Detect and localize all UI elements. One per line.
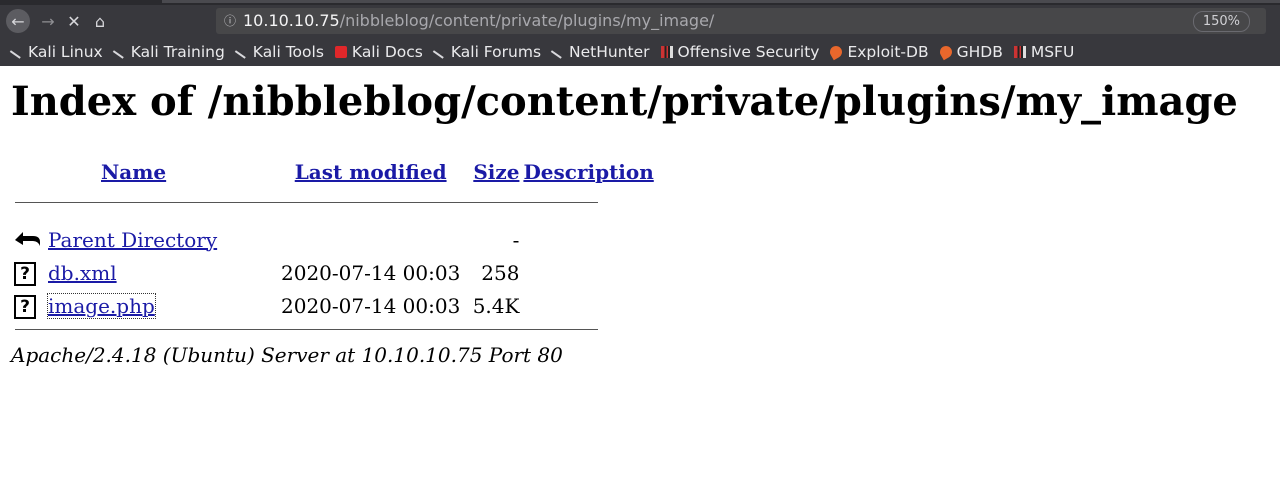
back-folder-icon — [14, 227, 41, 247]
url-path: /nibbleblog/content/private/plugins/my_i… — [339, 11, 715, 30]
bookmark-label: Kali Tools — [252, 43, 324, 61]
address-bar[interactable]: ⓘ 10.10.10.75/nibbleblog/content/private… — [216, 8, 1266, 34]
offsec-icon — [660, 46, 673, 58]
bookmark-label: Kali Docs — [351, 43, 423, 61]
table-row: ? image.php 2020-07-14 00:03 5.4K — [12, 289, 656, 322]
url-host: 10.10.10.75 — [243, 11, 340, 30]
bookmarks-toolbar: Kali Linux Kali Training Kali Tools Kali… — [0, 38, 1280, 66]
exploit-db-icon — [828, 43, 845, 61]
table-header-row: Name Last modified Size Description — [12, 154, 656, 190]
unknown-file-icon: ? — [14, 261, 36, 286]
browser-toolbar: ← → ✕ ⌂ ⓘ 10.10.10.75/nibbleblog/content… — [0, 0, 1280, 66]
bookmark-label: NetHunter — [569, 43, 650, 61]
bookmark-label: Offensive Security — [677, 43, 820, 61]
bookmark-kali-linux[interactable]: Kali Linux — [9, 40, 103, 61]
column-header-last-modified: Last modified — [279, 154, 462, 190]
kali-dragon-icon — [112, 40, 131, 59]
unknown-file-icon: ? — [14, 294, 36, 319]
sort-by-modified-link[interactable]: Last modified — [295, 160, 447, 184]
file-link-image-php[interactable]: image.php — [47, 292, 156, 319]
back-arrow-icon[interactable]: ← — [6, 9, 30, 33]
bookmark-msfu[interactable]: MSFU — [1013, 43, 1075, 61]
msfu-icon — [1013, 46, 1026, 58]
bookmark-label: Kali Linux — [28, 43, 103, 61]
bookmark-label: Kali Training — [130, 43, 225, 61]
description-cell — [521, 256, 655, 289]
bookmark-label: GHDB — [956, 43, 1003, 61]
bookmark-kali-forums[interactable]: Kali Forums — [432, 40, 542, 61]
column-header-size: Size — [462, 154, 521, 190]
name-cell: image.php — [46, 289, 279, 322]
tab-strip — [0, 0, 1280, 5]
page-content: Index of /nibbleblog/content/private/plu… — [0, 66, 1280, 481]
kali-dragon-icon — [9, 40, 28, 59]
bookmark-ghdb[interactable]: GHDB — [937, 43, 1003, 61]
parent-directory-cell: Parent Directory — [46, 223, 462, 256]
bookmark-offensive-security[interactable]: Offensive Security — [660, 43, 820, 61]
size-cell: 5.4K — [472, 293, 520, 318]
server-signature: Apache/2.4.18 (Ubuntu) Server at 10.10.1… — [11, 343, 563, 367]
column-header-name: Name — [46, 154, 279, 190]
kali-dragon-icon — [234, 40, 253, 59]
name-cell: db.xml — [46, 256, 279, 289]
sort-by-size-link[interactable]: Size — [473, 160, 519, 184]
kali-dragon-icon — [550, 40, 569, 59]
modified-cell: 2020-07-14 00:03 — [281, 293, 461, 318]
icon-cell: ? — [12, 289, 46, 322]
bookmark-label: Exploit-DB — [847, 43, 929, 61]
column-header-description: Description — [521, 154, 655, 190]
size-cell: - — [512, 227, 520, 252]
sort-by-description-link[interactable]: Description — [523, 160, 653, 184]
kali-docs-icon — [334, 46, 347, 58]
ghdb-icon — [937, 43, 954, 61]
icon-cell — [12, 223, 46, 256]
url-text[interactable]: 10.10.10.75/nibbleblog/content/private/p… — [243, 8, 714, 34]
table-row-parent: Parent Directory - — [12, 223, 656, 256]
zoom-level-badge[interactable]: 150% — [1192, 11, 1250, 32]
forward-arrow-icon[interactable]: → — [36, 9, 60, 33]
bookmark-nethunter[interactable]: NetHunter — [550, 40, 650, 61]
home-icon[interactable]: ⌂ — [88, 9, 112, 33]
description-cell — [521, 289, 655, 322]
file-link-db-xml[interactable]: db.xml — [48, 261, 117, 285]
stop-loading-icon[interactable]: ✕ — [62, 9, 86, 33]
size-cell: 258 — [481, 260, 520, 285]
description-cell — [521, 223, 655, 256]
bookmark-label: MSFU — [1030, 43, 1075, 61]
site-info-icon[interactable]: ⓘ — [224, 8, 236, 34]
table-row: ? db.xml 2020-07-14 00:03 258 — [12, 256, 656, 289]
sort-by-name-link[interactable]: Name — [101, 160, 166, 184]
bookmark-kali-docs[interactable]: Kali Docs — [334, 43, 423, 61]
page-title: Index of /nibbleblog/content/private/plu… — [11, 78, 1238, 125]
icon-cell: ? — [12, 256, 46, 289]
kali-dragon-icon — [432, 40, 451, 59]
bookmark-kali-tools[interactable]: Kali Tools — [234, 40, 324, 61]
icon-column-header — [12, 154, 46, 190]
parent-directory-link[interactable]: Parent Directory — [48, 228, 217, 252]
header-divider — [15, 202, 598, 203]
directory-listing-table: Name Last modified Size Description Pare… — [12, 154, 656, 322]
footer-divider — [15, 329, 598, 330]
bookmark-label: Kali Forums — [450, 43, 542, 61]
bookmark-exploit-db[interactable]: Exploit-DB — [828, 43, 929, 61]
bookmark-kali-training[interactable]: Kali Training — [112, 40, 225, 61]
modified-cell: 2020-07-14 00:03 — [281, 260, 461, 285]
